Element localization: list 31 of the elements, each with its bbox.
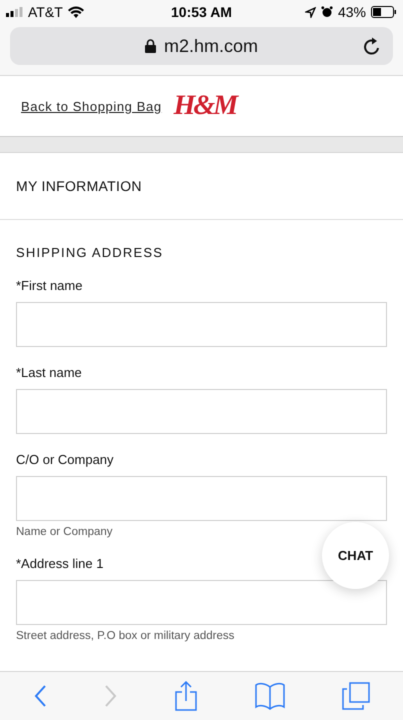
- book-icon[interactable]: [254, 682, 285, 710]
- input-field[interactable]: [16, 302, 387, 347]
- input-field[interactable]: [16, 580, 387, 625]
- battery-icon: [370, 6, 397, 18]
- location-icon: [304, 6, 316, 18]
- back-to-bag-link[interactable]: Back to Shopping Bag: [21, 98, 162, 114]
- input-field[interactable]: [16, 476, 387, 521]
- clock-time: 10:53 AM: [171, 4, 232, 20]
- lock-icon: [144, 39, 156, 53]
- field-label: C/O or Company: [16, 452, 115, 467]
- signal-icon: [6, 7, 23, 17]
- tabs-icon[interactable]: [342, 682, 370, 710]
- alarm-icon: [320, 6, 333, 18]
- input-field[interactable]: [16, 389, 387, 434]
- reload-icon[interactable]: [363, 37, 381, 56]
- share-icon[interactable]: [175, 681, 198, 711]
- chat-button[interactable]: CHAT: [322, 522, 389, 589]
- address-bar[interactable]: m2.hm.com: [10, 27, 393, 65]
- field-label: *Last name: [16, 365, 83, 380]
- battery-percent: 43%: [338, 4, 366, 20]
- wifi-icon: [68, 6, 84, 18]
- carrier-name: AT&T: [28, 4, 63, 20]
- back-icon[interactable]: [32, 684, 47, 708]
- field-label: *Address line 1: [16, 556, 104, 571]
- field-hint: Street address, P.O box or military address: [16, 630, 236, 642]
- section-title: MY INFORMATION: [0, 153, 403, 220]
- brand-logo[interactable]: H&M: [174, 90, 236, 122]
- url-text: m2.hm.com: [164, 36, 258, 56]
- field-label: *First name: [16, 278, 84, 293]
- field-hint: Name or Company: [16, 526, 114, 538]
- subsection-title: SHIPPING ADDRESS: [15, 244, 164, 262]
